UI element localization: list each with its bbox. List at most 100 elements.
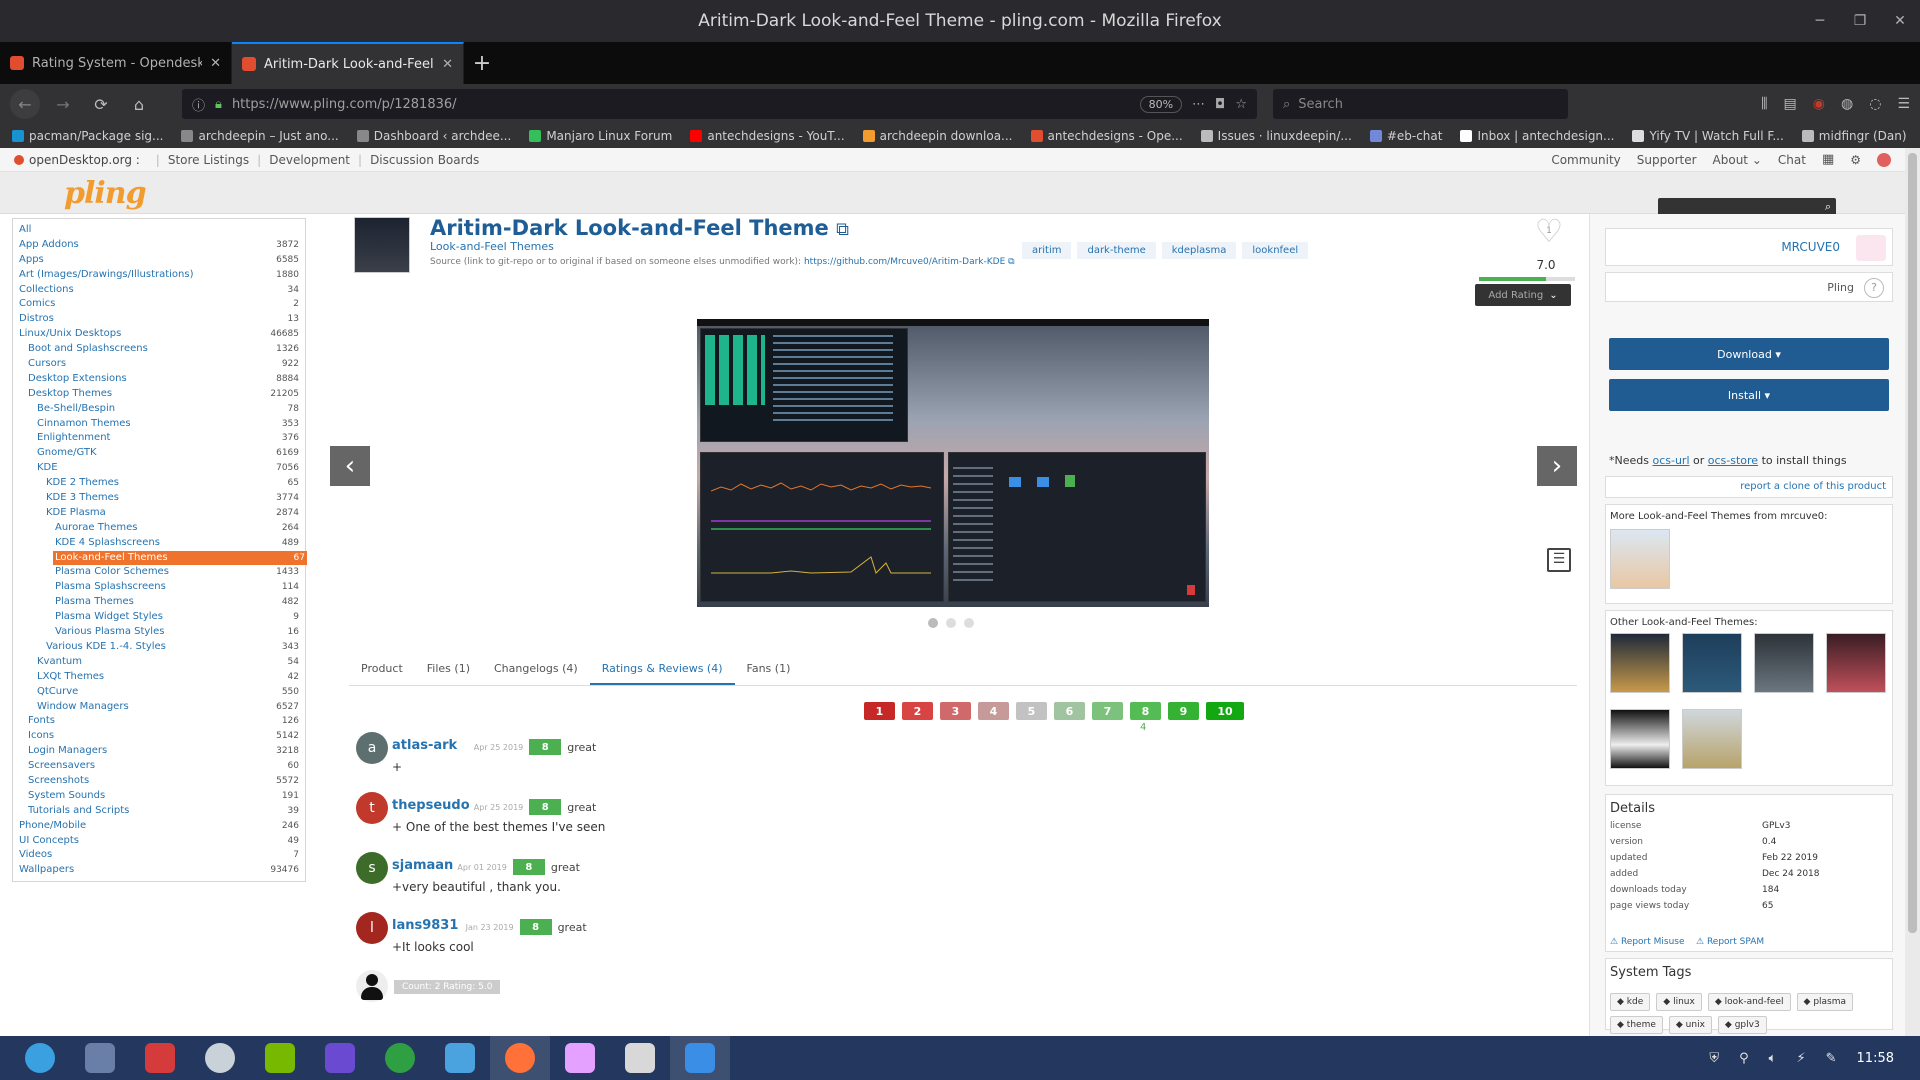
rating-scale-7[interactable]: 7	[1092, 702, 1123, 720]
category-item[interactable]: KDE Plasma 2874	[17, 506, 301, 521]
rating-scale-4[interactable]: 4	[978, 702, 1009, 720]
browser-search-input[interactable]: ⌕ Search	[1273, 89, 1568, 119]
category-item[interactable]: Screensavers 60	[17, 759, 301, 774]
install-button[interactable]: Install ▾	[1609, 379, 1889, 411]
category-item[interactable]: Plasma Themes 482	[17, 595, 301, 610]
bookmark-item[interactable]: archdeepin downloa...	[862, 129, 1013, 143]
report-clone-link[interactable]: report a clone of this product	[1740, 481, 1886, 492]
taskbar-app[interactable]	[670, 1036, 730, 1080]
taskbar-app[interactable]	[430, 1036, 490, 1080]
system-tag[interactable]: ◆ linux	[1656, 993, 1702, 1011]
category-item[interactable]: Videos 7	[17, 848, 301, 863]
library-icon[interactable]: ⫼	[1761, 96, 1767, 112]
category-item[interactable]: Desktop Extensions 8884	[17, 372, 301, 387]
bookmark-item[interactable]: pacman/Package sig...	[12, 129, 163, 143]
od-link-store-listings[interactable]: Store Listings	[168, 153, 249, 167]
category-item[interactable]: System Sounds 191	[17, 789, 301, 804]
close-tab-icon[interactable]: ✕	[442, 57, 453, 72]
category-item[interactable]: Kvantum 54	[17, 655, 301, 670]
ublock-icon[interactable]: ◉	[1813, 96, 1825, 112]
ocs-store-link[interactable]: ocs-store	[1708, 454, 1758, 467]
bookmark-item[interactable]: Yify TV | Watch Full F...	[1632, 129, 1784, 143]
category-item[interactable]: Cinnamon Themes 353	[17, 417, 301, 432]
category-item[interactable]: Various Plasma Styles 16	[17, 625, 301, 640]
product-tag[interactable]: looknfeel	[1242, 242, 1309, 259]
list-view-icon[interactable]: ☰	[1547, 548, 1571, 572]
other-theme-thumbnail[interactable]	[1610, 709, 1670, 769]
back-button[interactable]: ←	[10, 89, 40, 119]
category-item[interactable]: App Addons 3872	[17, 238, 301, 253]
taskbar-app[interactable]	[490, 1036, 550, 1080]
external-link-icon[interactable]: ⧉	[836, 219, 849, 240]
od-link-about[interactable]: About ⌄	[1713, 153, 1762, 167]
source-link[interactable]: https://github.com/Mrcuve0/Aritim-Dark-K…	[804, 257, 1005, 267]
menu-icon[interactable]: ☰	[1897, 96, 1910, 112]
category-item[interactable]: Comics 2	[17, 297, 301, 312]
reviewer-name[interactable]: sjamaan	[392, 858, 453, 873]
bookmark-item[interactable]: #eb-chat	[1369, 129, 1442, 143]
browser-tab-aritim[interactable]: Aritim-Dark Look-and-Feel Th ✕	[232, 42, 464, 84]
external-link-icon[interactable]: ⧉	[1008, 257, 1014, 267]
system-tag[interactable]: ◆ theme	[1610, 1016, 1663, 1034]
category-item[interactable]: Linux/Unix Desktops 46685	[17, 327, 301, 342]
category-item[interactable]: Boot and Splashscreens 1326	[17, 342, 301, 357]
product-category-link[interactable]: Look-and-Feel Themes	[430, 240, 554, 253]
url-text[interactable]: https://www.pling.com/p/1281836/	[232, 97, 1130, 112]
other-theme-thumbnail[interactable]	[1754, 633, 1814, 693]
extension-icon[interactable]: ◍	[1841, 96, 1853, 112]
taskbar-app[interactable]	[70, 1036, 130, 1080]
url-bar[interactable]: ⓘ 🔒︎ https://www.pling.com/p/1281836/ 80…	[182, 89, 1257, 119]
reload-button[interactable]: ⟳	[86, 89, 116, 119]
taskbar-app[interactable]	[10, 1036, 70, 1080]
gallery-dot[interactable]	[964, 618, 974, 628]
shield-icon[interactable]: ⛨	[1709, 1051, 1719, 1066]
rating-scale-2[interactable]: 2	[902, 702, 933, 720]
reviewer-avatar[interactable]: l	[356, 912, 388, 944]
reviewer-avatar[interactable]: s	[356, 852, 388, 884]
product-screenshot[interactable]	[697, 319, 1209, 607]
product-tag[interactable]: aritim	[1022, 242, 1072, 259]
rating-scale-1[interactable]: 1	[864, 702, 895, 720]
user-avatar[interactable]	[1877, 152, 1891, 167]
browser-tab-rating-system[interactable]: Rating System - Opendesktop ✕	[0, 42, 232, 84]
category-item[interactable]: Look-and-Feel Themes 67	[53, 550, 307, 566]
bookmark-item[interactable]: antechdesigns - YouT...	[690, 129, 845, 143]
tab-fans[interactable]: Fans (1)	[735, 654, 803, 685]
pling-label[interactable]: Pling	[1827, 281, 1854, 294]
bookmark-item[interactable]: Manjaro Linux Forum	[529, 129, 672, 143]
page-actions-icon[interactable]: ⋯	[1192, 97, 1205, 112]
category-item[interactable]: Icons 5142	[17, 729, 301, 744]
category-item[interactable]: Enlightenment 376	[17, 431, 301, 446]
notifications-icon[interactable]: ⚙	[1850, 153, 1861, 167]
category-item[interactable]: Desktop Themes 21205	[17, 387, 301, 402]
gallery-dot[interactable]	[928, 618, 938, 628]
lock-icon[interactable]: 🔒︎	[215, 97, 222, 112]
od-link-chat[interactable]: Chat	[1778, 153, 1806, 167]
category-item[interactable]: KDE 3 Themes 3774	[17, 491, 301, 506]
network-icon[interactable]: ⚡︎	[1796, 1051, 1805, 1066]
category-item[interactable]: Various KDE 1.-4. Styles 343	[17, 640, 301, 655]
report-misuse-link[interactable]: ⚠ Report Misuse	[1610, 937, 1685, 947]
category-item[interactable]: Phone/Mobile 246	[17, 819, 301, 834]
category-item[interactable]: Distros 13	[17, 312, 301, 327]
category-item[interactable]: QtCurve 550	[17, 685, 301, 700]
category-item[interactable]: Cursors 922	[17, 357, 301, 372]
category-item[interactable]: Fonts 126	[17, 714, 301, 729]
od-link-community[interactable]: Community	[1551, 153, 1620, 167]
author-avatar[interactable]	[1856, 235, 1886, 261]
search-icon[interactable]: ⌕	[1825, 200, 1831, 214]
page-scrollbar[interactable]	[1905, 148, 1920, 1036]
category-item[interactable]: KDE 2 Themes 65	[17, 476, 301, 491]
tab-changelogs[interactable]: Changelogs (4)	[482, 654, 590, 685]
home-button[interactable]: ⌂	[124, 89, 154, 119]
category-item[interactable]: Gnome/GTK 6169	[17, 446, 301, 461]
category-item[interactable]: Wallpapers 93476	[17, 863, 301, 878]
reviewer-name[interactable]: lans9831	[392, 918, 458, 933]
rating-scale-9[interactable]: 9	[1168, 702, 1199, 720]
system-tag[interactable]: ◆ gplv3	[1717, 1016, 1767, 1034]
report-spam-link[interactable]: ⚠ Report SPAM	[1696, 937, 1764, 947]
category-item[interactable]: Screenshots 5572	[17, 774, 301, 789]
rating-scale-6[interactable]: 6	[1054, 702, 1085, 720]
close-tab-icon[interactable]: ✕	[210, 56, 221, 71]
reviewer-avatar[interactable]: a	[356, 732, 388, 764]
